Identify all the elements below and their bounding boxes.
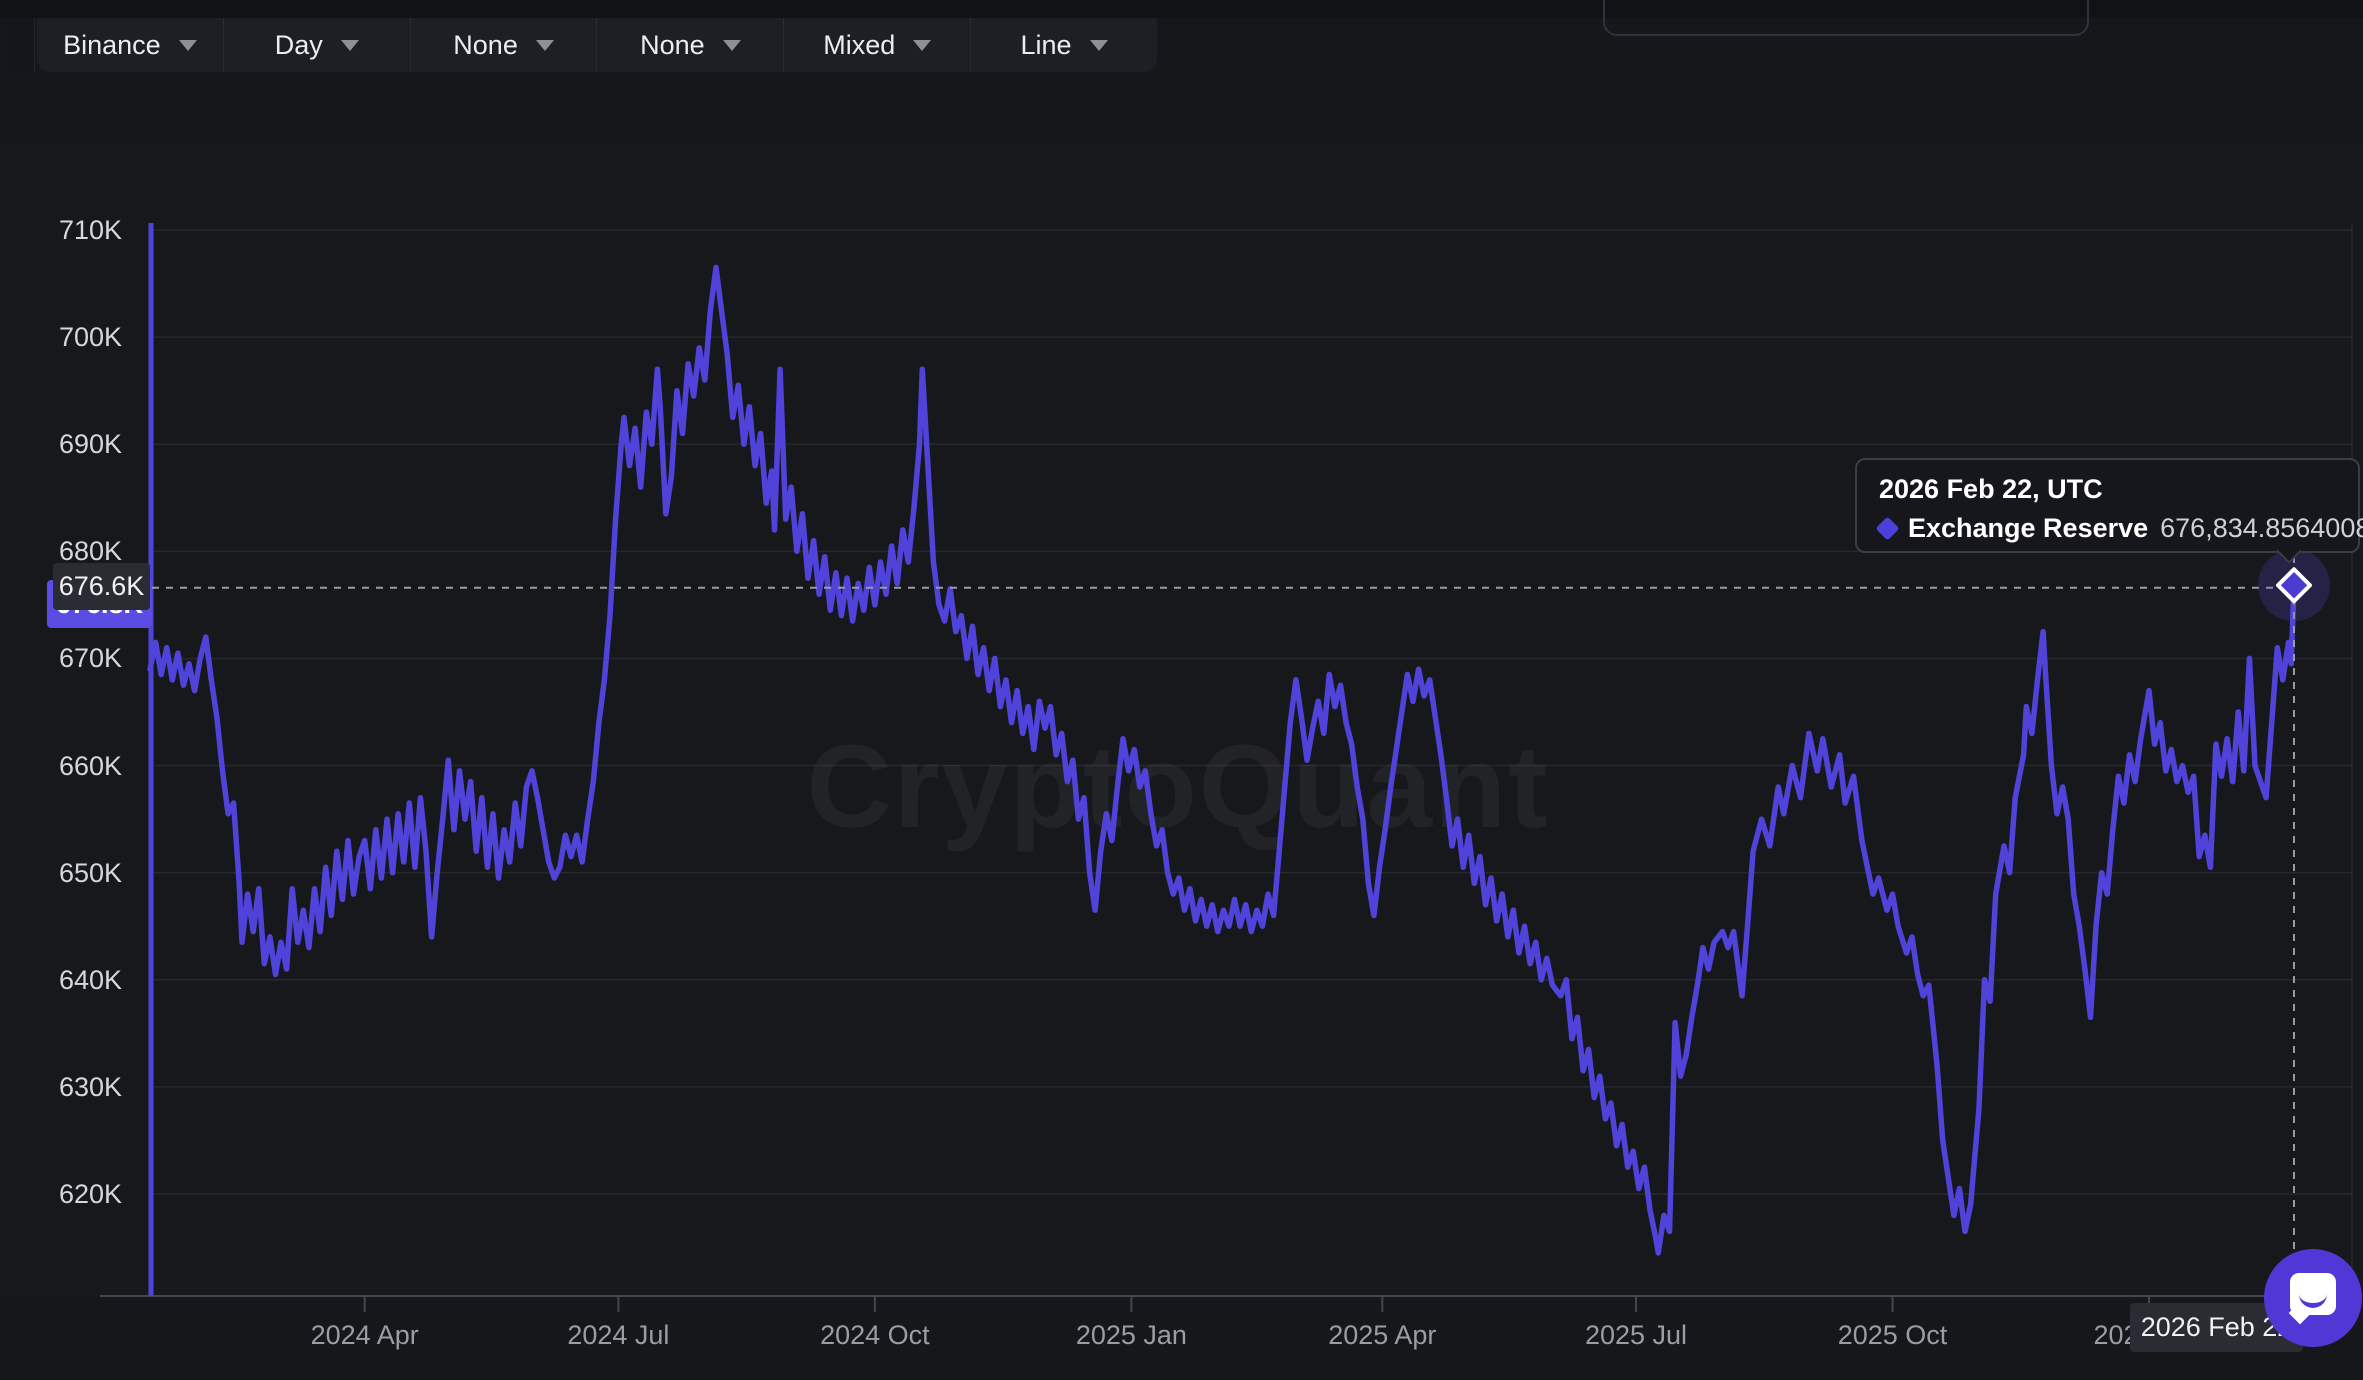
tooltip-series-name: Exchange Reserve	[1908, 513, 2148, 544]
crosshair-y-label: 676.6K	[53, 563, 150, 610]
tooltip-date: 2026 Feb 22, UTC	[1879, 474, 2336, 505]
chart-page: Binance Day None None Mixed Line Price U…	[0, 0, 2363, 1380]
chart-plot-area[interactable]: CryptoQuant	[0, 0, 2363, 1380]
plot-background	[0, 140, 2363, 1300]
chat-bubble-icon	[2290, 1273, 2336, 1315]
hover-tooltip: 2026 Feb 22, UTC Exchange Reserve 676,83…	[1855, 458, 2360, 553]
chat-smile-icon	[2299, 1289, 2327, 1308]
tooltip-row: Exchange Reserve 676,834.85640089	[1879, 513, 2336, 544]
tooltip-series-value: 676,834.85640089	[2160, 513, 2363, 544]
series-diamond-icon	[1875, 516, 1899, 540]
intercom-chat-button[interactable]	[2264, 1249, 2362, 1347]
